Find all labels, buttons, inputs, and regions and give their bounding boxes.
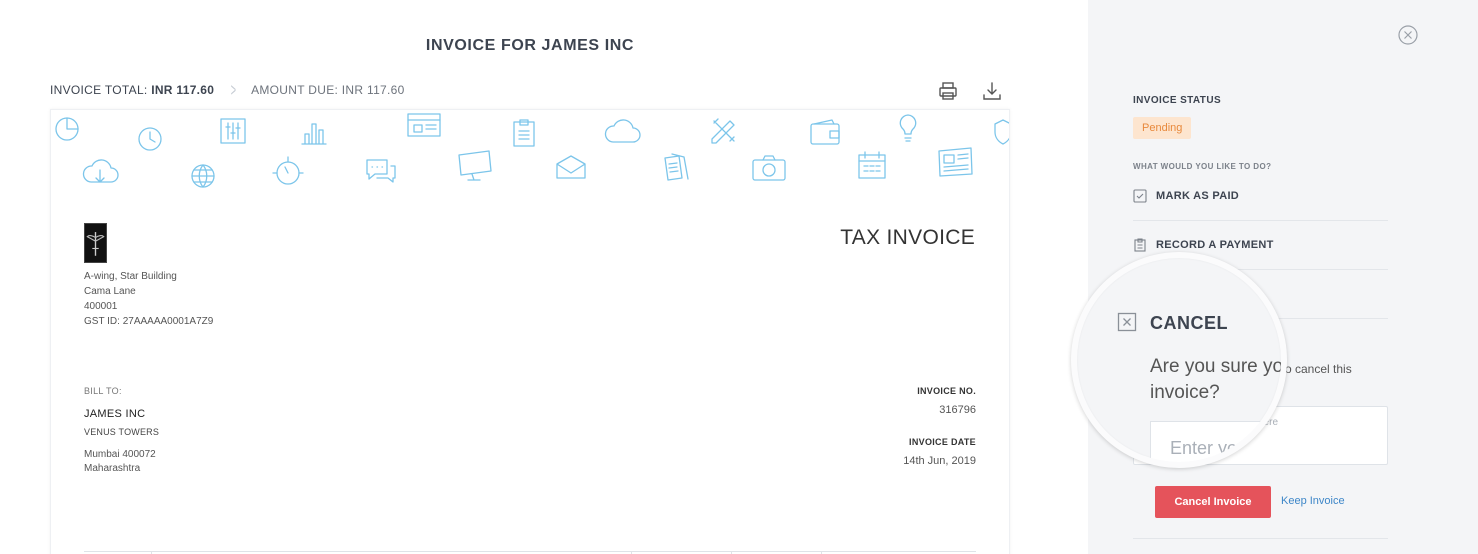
- divider: [1133, 538, 1388, 539]
- bill-to-address: Mumbai 400072 Maharashtra: [84, 448, 156, 476]
- invoice-date-label: INVOICE DATE: [909, 437, 976, 447]
- cancel-confirm-text-tail: o cancel this: [1285, 362, 1352, 376]
- bill-to-label: BILL TO:: [84, 386, 122, 396]
- amount-due-value: INR 117.60: [341, 83, 405, 97]
- cancel-title: CANCEL: [1150, 313, 1228, 333]
- page-title: INVOICE FOR JAMES INC: [425, 37, 635, 54]
- envelope-icon: [554, 154, 588, 180]
- company-gst-id: GST ID: 27AAAAA0001A7Z9: [84, 316, 214, 327]
- totals-bar: INVOICE TOTAL: INR 117.60 > AMOUNT DUE: …: [50, 80, 405, 100]
- winged-dagger-icon: [86, 232, 105, 256]
- invoice-status-heading: INVOICE STATUS: [1133, 95, 1222, 106]
- cancel-reason-placeholder: Enter yo: [1170, 438, 1238, 458]
- checkbox-icon: [1133, 189, 1147, 203]
- invoice-total-label: INVOICE TOTAL:: [50, 83, 148, 97]
- cloud-icon: [603, 118, 641, 146]
- invoice-number-label: INVOICE NO.: [917, 386, 976, 396]
- browser-window-icon: [406, 112, 442, 138]
- printer-icon: [939, 82, 957, 100]
- pencil-ruler-icon: [708, 115, 740, 147]
- close-panel-button[interactable]: [1397, 24, 1419, 46]
- company-address-line: 400001: [84, 301, 118, 312]
- company-address-line: Cama Lane: [84, 286, 136, 297]
- download-icon: [983, 82, 1001, 100]
- magnifier-callout: CANCEL Are you sure yo invoice? Enter yo: [1071, 252, 1287, 468]
- close-box-icon: [1117, 312, 1137, 332]
- monitor-icon: [456, 148, 494, 182]
- close-icon: [1398, 25, 1418, 45]
- lightbulb-icon: [897, 113, 919, 143]
- shield-icon: [993, 118, 1009, 146]
- sliders-icon: [218, 116, 248, 146]
- download-button[interactable]: [981, 80, 1003, 102]
- cancel-question-line: Are you sure yo: [1150, 356, 1284, 377]
- decorative-icon-pattern: [51, 110, 1009, 200]
- amount-due-label: AMOUNT DUE:: [251, 83, 339, 97]
- record-payment-label: RECORD A PAYMENT: [1156, 239, 1274, 251]
- invoice-date-value: 14th Jun, 2019: [903, 455, 976, 467]
- chat-bubbles-icon: [363, 156, 399, 186]
- clipboard-icon: [1133, 238, 1147, 252]
- clipboard-icon: [511, 118, 537, 148]
- bill-to-address-line: Maharashtra: [84, 463, 141, 474]
- timer-icon: [271, 155, 305, 189]
- bill-to-name: JAMES INC: [84, 408, 146, 420]
- documents-icon: [661, 152, 693, 184]
- bar-chart-icon: [299, 118, 329, 146]
- mark-as-paid-label: MARK AS PAID: [1156, 190, 1240, 202]
- cancel-question-line: invoice?: [1150, 382, 1220, 403]
- actions-heading: WHAT WOULD YOU LIKE TO DO?: [1133, 162, 1272, 171]
- globe-icon: [189, 162, 217, 190]
- cancel-confirm-question: Are you sure yo invoice?: [1150, 354, 1284, 406]
- cloud-download-icon: [81, 158, 119, 188]
- bill-to-address-line: Mumbai 400072: [84, 449, 156, 460]
- keep-invoice-link[interactable]: Keep Invoice: [1281, 495, 1345, 507]
- cancel-invoice-button[interactable]: Cancel Invoice: [1155, 486, 1271, 518]
- newspaper-icon: [936, 146, 974, 178]
- wallet-icon: [808, 118, 842, 146]
- invoice-total-value: INR 117.60: [151, 83, 215, 97]
- calendar-icon: [856, 150, 888, 180]
- status-badge: Pending: [1133, 117, 1192, 139]
- company-address-line: A-wing, Star Building: [84, 271, 177, 282]
- items-table-header-border: [84, 551, 976, 552]
- company-logo: [84, 223, 107, 263]
- clock-icon: [136, 125, 164, 153]
- invoice-number-value: 316796: [939, 404, 976, 416]
- pie-chart-icon: [53, 115, 81, 143]
- company-address: A-wing, Star Building Cama Lane 400001 G…: [84, 269, 213, 329]
- invoice-main-area: INVOICE FOR JAMES INC INVOICE TOTAL: INR…: [0, 0, 1088, 554]
- print-button[interactable]: [937, 80, 959, 102]
- chevron-right-icon: >: [230, 80, 237, 100]
- mark-as-paid-action[interactable]: MARK AS PAID: [1133, 172, 1388, 221]
- tax-invoice-title: TAX INVOICE: [840, 226, 975, 249]
- invoice-document: A-wing, Star Building Cama Lane 400001 G…: [50, 109, 1010, 554]
- camera-icon: [751, 154, 787, 182]
- bill-to-address-line: VENUS TOWERS: [84, 427, 160, 437]
